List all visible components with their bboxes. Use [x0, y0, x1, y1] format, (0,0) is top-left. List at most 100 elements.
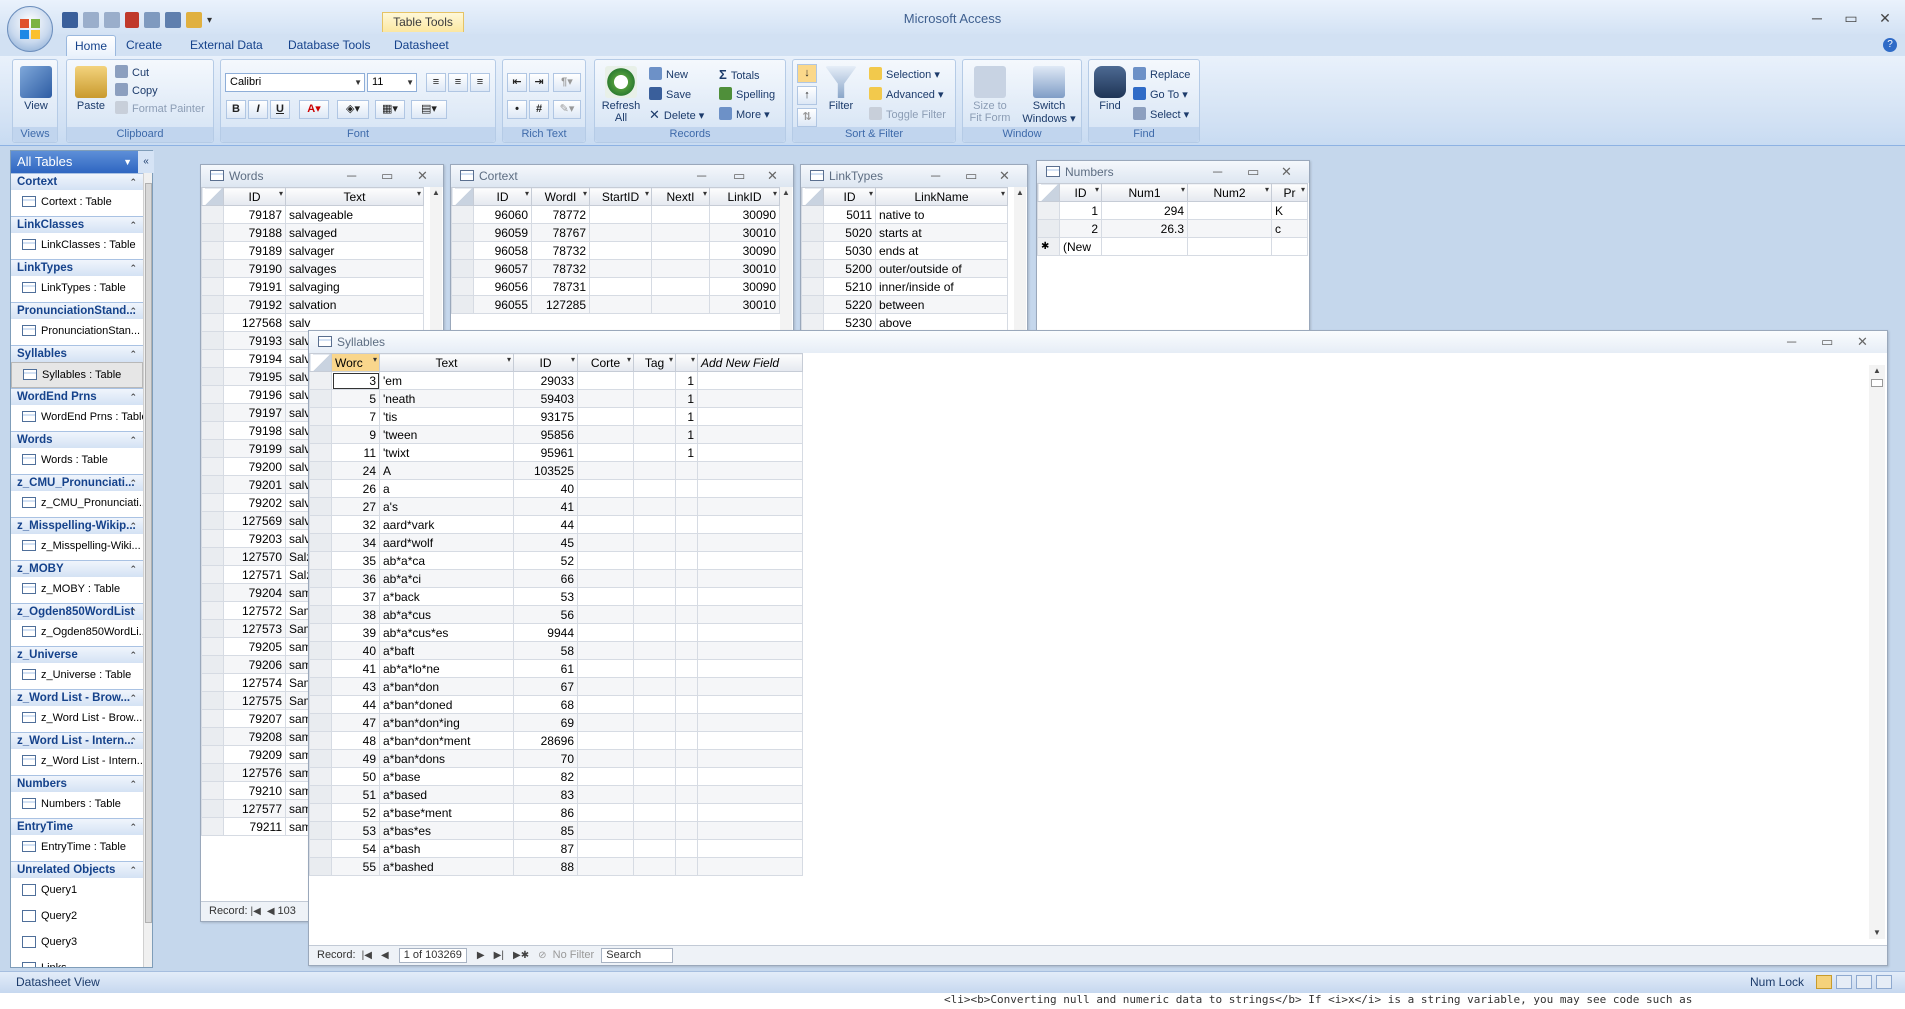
table-cell[interactable]: ab*a*ci [379, 569, 514, 588]
table-cell[interactable] [675, 749, 698, 768]
nav-item[interactable]: z_Word List - Intern... [11, 749, 143, 775]
table-cell[interactable]: 79210 [223, 781, 286, 800]
table-cell[interactable] [633, 569, 676, 588]
table-cell[interactable]: 48 [331, 731, 380, 750]
sort-dropdown-icon[interactable]: ▾ [279, 189, 283, 198]
row-selector[interactable] [309, 443, 332, 462]
table-cell[interactable] [675, 515, 698, 534]
table-cell[interactable]: 30010 [709, 259, 780, 278]
table-cell[interactable]: ends at [875, 241, 1008, 260]
nav-item[interactable]: PronunciationStan... [11, 319, 143, 345]
sort-dropdown-icon[interactable]: ▾ [1001, 189, 1005, 198]
table-cell[interactable] [633, 443, 676, 462]
row-selector[interactable] [201, 619, 224, 638]
nav-item[interactable]: Numbers : Table [11, 792, 143, 818]
table-cell[interactable] [633, 749, 676, 768]
table-cell[interactable]: 54 [331, 839, 380, 858]
row-selector[interactable] [201, 511, 224, 530]
nav-group-header[interactable]: LinkTypes ⌃ [11, 259, 143, 276]
table-row[interactable]: 40 a*baft 58 [309, 641, 803, 660]
row-selector[interactable] [309, 623, 332, 642]
table-cell[interactable]: 50 [331, 767, 380, 786]
collapse-group-icon[interactable]: ⌃ [129, 475, 137, 491]
table-cell[interactable] [675, 731, 698, 750]
nav-group-header[interactable]: Words ⌃ [11, 431, 143, 448]
minimize-icon[interactable]: ─ [1802, 8, 1832, 28]
sort-dropdown-icon[interactable]: ▾ [869, 189, 873, 198]
table-cell[interactable] [589, 259, 652, 278]
table-cell[interactable] [577, 569, 634, 588]
table-row[interactable]: 11'twixt 95961 1 [309, 443, 803, 462]
collapse-group-icon[interactable]: ⌃ [129, 776, 137, 792]
table-cell[interactable]: 'em [379, 371, 514, 390]
table-cell[interactable]: a*bashed [379, 857, 514, 876]
table-cell[interactable] [697, 533, 803, 552]
table-cell[interactable] [577, 371, 634, 390]
decrease-indent-button[interactable]: ⇤ [507, 73, 527, 92]
row-selector[interactable] [801, 223, 824, 242]
column-header[interactable]: Num2 ▾ [1187, 183, 1272, 202]
table-cell[interactable]: salvaging [285, 277, 424, 296]
table-cell[interactable] [633, 857, 676, 876]
table-cell[interactable]: a*baft [379, 641, 514, 660]
table-cell[interactable] [589, 295, 652, 314]
table-cell[interactable] [577, 623, 634, 642]
table-row[interactable]: 9'tween 95856 1 [309, 425, 803, 444]
scrollbar-thumb[interactable] [145, 183, 152, 923]
table-cell[interactable]: 41 [513, 497, 578, 516]
table-cell[interactable]: a*back [379, 587, 514, 606]
table-cell[interactable] [675, 533, 698, 552]
collapse-group-icon[interactable]: ⌃ [129, 862, 137, 878]
row-selector[interactable] [309, 713, 332, 732]
table-cell[interactable] [697, 767, 803, 786]
table-cell[interactable]: 1 [675, 389, 698, 408]
table-cell[interactable] [1187, 237, 1272, 256]
table-cell[interactable] [1187, 219, 1272, 238]
table-cell[interactable]: 1 [675, 443, 698, 462]
row-selector[interactable] [201, 529, 224, 548]
table-cell[interactable] [675, 623, 698, 642]
table-row[interactable]: 79192 salvation [201, 295, 424, 314]
table-cell[interactable] [697, 713, 803, 732]
no-filter-label[interactable]: No Filter [553, 949, 595, 961]
table-row[interactable]: 24 A 103525 [309, 461, 803, 480]
nav-group-header[interactable]: z_MOBY ⌃ [11, 560, 143, 577]
select-all-cell[interactable] [1037, 183, 1060, 202]
table-cell[interactable] [697, 695, 803, 714]
table-cell[interactable]: a*bash [379, 839, 514, 858]
table-cell[interactable]: 61 [513, 659, 578, 678]
table-cell[interactable] [589, 277, 652, 296]
align-center-button[interactable]: ≡ [448, 73, 468, 92]
table-row[interactable]: 52 a*base*ment 86 [309, 803, 803, 822]
table-cell[interactable] [577, 659, 634, 678]
table-cell[interactable]: 27 [331, 497, 380, 516]
table-cell[interactable]: 78731 [531, 277, 590, 296]
row-selector[interactable] [801, 241, 824, 260]
table-cell[interactable]: a*ban*dons [379, 749, 514, 768]
row-selector[interactable] [201, 799, 224, 818]
table-cell[interactable]: 87 [513, 839, 578, 858]
table-cell[interactable]: 79197 [223, 403, 286, 422]
collapse-group-icon[interactable]: ⌃ [129, 303, 137, 319]
maximize-icon[interactable]: ▭ [381, 165, 393, 187]
nav-group-header[interactable]: z_CMU_Pronunciati... ⌃ [11, 474, 143, 491]
previous-record-icon[interactable]: ◀ [267, 903, 275, 921]
table-cell[interactable] [633, 839, 676, 858]
table-cell[interactable] [675, 677, 698, 696]
table-cell[interactable] [577, 479, 634, 498]
table-cell[interactable]: 'twixt [379, 443, 514, 462]
cortext-title-bar[interactable]: Cortext ─ ▭ ✕ [451, 165, 793, 187]
maximize-icon[interactable]: ▭ [1821, 331, 1833, 353]
numbering-button[interactable]: # [529, 100, 549, 119]
table-cell[interactable] [633, 785, 676, 804]
collapse-group-icon[interactable]: ⌃ [129, 690, 137, 706]
table-row[interactable]: 50 a*base 82 [309, 767, 803, 786]
table-cell[interactable]: a*ban*don [379, 677, 514, 696]
font-family-select[interactable]: Calibri ▼ [225, 73, 365, 92]
sort-dropdown-icon[interactable]: ▾ [571, 355, 575, 364]
row-selector[interactable] [451, 277, 474, 296]
table-cell[interactable] [577, 497, 634, 516]
size-to-fit-form-button[interactable]: Size to Fit Form [967, 66, 1013, 124]
table-row[interactable]: 96060 78772 30090 [451, 205, 780, 224]
table-cell[interactable]: between [875, 295, 1008, 314]
